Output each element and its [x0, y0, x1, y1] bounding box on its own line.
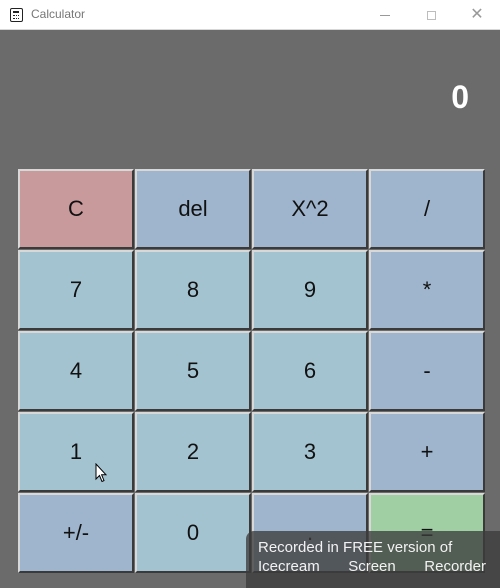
- watermark-line-2: Icecream Screen Recorder: [258, 557, 486, 576]
- mouse-cursor-icon: [95, 463, 107, 483]
- watermark-line-1: Recorded in FREE version of: [258, 539, 453, 556]
- digit-7-button[interactable]: 7: [18, 250, 134, 330]
- display-value: 0: [451, 79, 469, 115]
- divide-button[interactable]: /: [369, 169, 485, 249]
- maximize-icon: [426, 10, 436, 20]
- title-bar: Calculator ✕: [0, 0, 500, 30]
- digit-2-button[interactable]: 2: [135, 412, 251, 492]
- minimize-icon: [380, 14, 390, 16]
- square-button[interactable]: X^2: [252, 169, 368, 249]
- watermark-word-1: Icecream: [258, 558, 320, 575]
- watermark-word-3: Recorder: [424, 558, 486, 575]
- clear-button[interactable]: C: [18, 169, 134, 249]
- display-panel: 0: [0, 31, 500, 168]
- maximize-button[interactable]: [408, 0, 454, 30]
- digit-3-button[interactable]: 3: [252, 412, 368, 492]
- subtract-button[interactable]: -: [369, 331, 485, 411]
- digit-9-button[interactable]: 9: [252, 250, 368, 330]
- watermark-word-2: Screen: [348, 558, 396, 575]
- close-button[interactable]: ✕: [454, 0, 500, 30]
- digit-8-button[interactable]: 8: [135, 250, 251, 330]
- multiply-button[interactable]: *: [369, 250, 485, 330]
- minimize-button[interactable]: [362, 0, 408, 30]
- calculator-window: Calculator ✕ 0 C del X^2 / 7 8 9 * 4 5 6…: [0, 0, 500, 588]
- calculator-icon: [10, 8, 23, 22]
- digit-0-button[interactable]: 0: [135, 493, 251, 573]
- digit-5-button[interactable]: 5: [135, 331, 251, 411]
- delete-button[interactable]: del: [135, 169, 251, 249]
- negate-button[interactable]: +/-: [18, 493, 134, 573]
- window-title: Calculator: [31, 7, 86, 21]
- digit-6-button[interactable]: 6: [252, 331, 368, 411]
- digit-1-button[interactable]: 1: [18, 412, 134, 492]
- recorder-watermark: Recorded in FREE version of Icecream Scr…: [246, 531, 500, 588]
- add-button[interactable]: +: [369, 412, 485, 492]
- digit-4-button[interactable]: 4: [18, 331, 134, 411]
- close-icon: ✕: [470, 6, 484, 23]
- keypad: C del X^2 / 7 8 9 * 4 5 6 - 1 2 3 + +/- …: [18, 169, 485, 573]
